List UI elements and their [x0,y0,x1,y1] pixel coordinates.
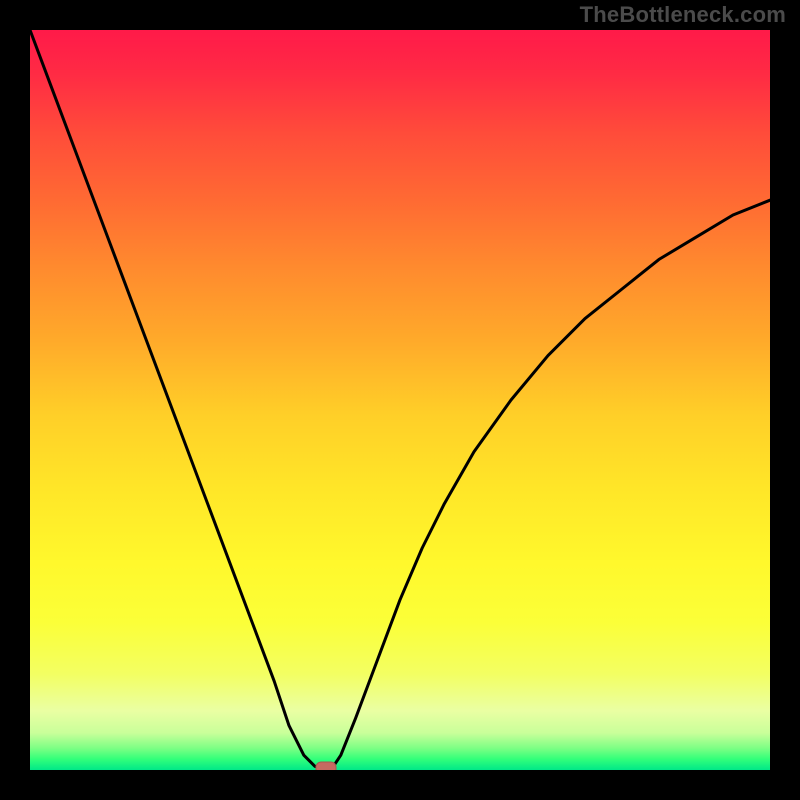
plot-area [30,30,770,770]
watermark-text: TheBottleneck.com [580,2,786,28]
bottleneck-chart [30,30,770,770]
gradient-background [30,30,770,770]
minimum-marker [316,762,336,770]
chart-frame: TheBottleneck.com [0,0,800,800]
